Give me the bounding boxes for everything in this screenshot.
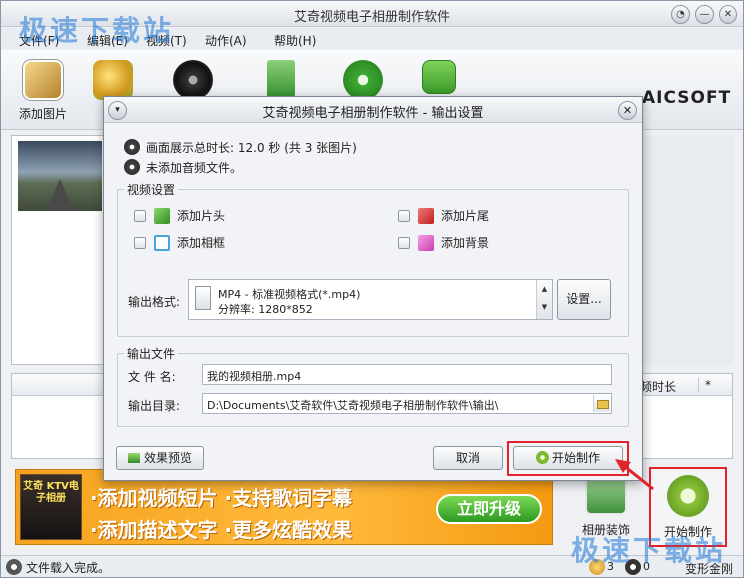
output-file-group: 输出文件 <box>117 345 629 427</box>
format-label: 输出格式: <box>128 295 181 309</box>
output-dir-input[interactable]: D:\Documents\艾奇软件\艾奇视频电子相册制作软件\输出\ <box>202 393 612 414</box>
trash-icon <box>267 60 295 100</box>
dialog-close-button[interactable]: ✕ <box>618 101 637 120</box>
start-button-highlight <box>507 441 629 476</box>
add-intro-option[interactable]: 添加片头 <box>134 207 225 224</box>
status-info-icon <box>6 559 22 575</box>
column-duration[interactable]: 频时长 <box>640 378 676 395</box>
add-outro-checkbox[interactable] <box>398 209 410 222</box>
share-icon <box>422 60 456 94</box>
filename-input[interactable]: 我的视频相册.mp4 <box>202 364 612 385</box>
app-window: 艾奇视频电子相册制作软件 ◔ — ✕ 文件(F) 编辑(E) 视频(T) 动作(… <box>0 0 744 578</box>
status-text: 文件载入完成。 <box>26 561 111 575</box>
menu-action[interactable]: 动作(A) <box>205 32 247 49</box>
cancel-button[interactable]: 取消 <box>433 446 503 470</box>
start-refresh-icon <box>667 475 709 517</box>
add-outro-option[interactable]: 添加片尾 <box>398 207 489 224</box>
red-flag-icon <box>418 207 434 224</box>
dialog-title: 艾奇视频电子相册制作软件 - 输出设置 <box>262 106 484 121</box>
output-file-legend: 输出文件 <box>127 347 176 361</box>
format-name: MP4 - 标准视频格式(*.mp4) <box>218 288 361 301</box>
frame-icon <box>154 234 170 251</box>
duration-info: 画面展示总时长: 12.0 秒 (共 3 张图片) <box>124 139 357 156</box>
column-star[interactable]: * <box>698 378 711 392</box>
add-background-option[interactable]: 添加背景 <box>398 234 489 251</box>
preview-button[interactable]: 效果预览 <box>116 446 204 470</box>
background-icon <box>418 234 434 251</box>
audio-info-text: 未添加音频文件。 <box>146 161 243 175</box>
filename-label: 文 件 名: <box>128 370 176 384</box>
video-settings-legend: 视频设置 <box>127 183 176 197</box>
add-image-icon <box>23 60 63 100</box>
add-background-label: 添加背景 <box>441 236 490 250</box>
images-info-icon <box>124 139 140 155</box>
add-background-checkbox[interactable] <box>398 236 410 249</box>
preview-label: 效果预览 <box>143 451 192 465</box>
duration-text: 画面展示总时长: 12.0 秒 (共 3 张图片) <box>146 141 357 155</box>
watermark-top: 极速下载站 <box>19 14 175 47</box>
format-resolution: 分辨率: 1280*852 <box>218 303 313 316</box>
add-image-button[interactable]: 添加图片 <box>15 60 71 122</box>
browse-folder-icon[interactable] <box>593 395 610 412</box>
add-frame-option[interactable]: 添加相框 <box>134 234 225 251</box>
effects-icon <box>93 60 133 100</box>
minimize-button[interactable]: — <box>695 5 714 24</box>
settings-button[interactable] <box>335 60 391 100</box>
format-dropdown-arrows[interactable]: ▲ ▼ <box>536 280 552 319</box>
upgrade-button[interactable]: 立即升级 <box>436 494 542 524</box>
add-music-button[interactable] <box>165 60 221 100</box>
output-format-select[interactable]: MP4 - 标准视频格式(*.mp4) 分辨率: 1280*852 ▲ ▼ <box>188 279 553 320</box>
format-settings-button[interactable]: 设置... <box>557 279 611 320</box>
menu-help[interactable]: 帮助(H) <box>274 32 316 49</box>
add-image-label: 添加图片 <box>18 107 67 121</box>
output-settings-dialog: ▾ 艾奇视频电子相册制作软件 - 输出设置 ✕ 画面展示总时长: 12.0 秒 … <box>103 96 643 481</box>
add-intro-label: 添加片头 <box>177 209 226 223</box>
output-dir-label: 输出目录: <box>128 399 181 413</box>
effects-button[interactable] <box>85 60 141 100</box>
gear-icon <box>343 60 383 100</box>
ad-product-box: 艾奇 KTV电子相册 <box>20 474 82 540</box>
right-panel <box>629 135 733 365</box>
preview-icon <box>127 453 140 463</box>
watermark-bottom: 极速下载站 <box>571 534 727 567</box>
add-intro-checkbox[interactable] <box>134 209 146 222</box>
share-button[interactable] <box>411 60 467 94</box>
green-flag-icon <box>154 207 170 224</box>
brand-logo: AICSOFT <box>642 88 732 108</box>
window-menu-button[interactable]: ◔ <box>671 5 690 24</box>
dialog-title-bar[interactable]: ▾ 艾奇视频电子相册制作软件 - 输出设置 ✕ <box>104 97 642 123</box>
image-list-panel[interactable] <box>11 135 107 365</box>
output-dir-value: D:\Documents\艾奇软件\艾奇视频电子相册制作软件\输出\ <box>207 399 499 412</box>
ad-line-1: ·添加视频短片 ·支持歌词字幕 <box>90 486 353 510</box>
add-outro-label: 添加片尾 <box>441 209 490 223</box>
ad-line-2: ·添加描述文字 ·更多炫酷效果 <box>90 518 353 542</box>
audio-info: 未添加音频文件。 <box>124 159 242 176</box>
add-frame-checkbox[interactable] <box>134 236 146 249</box>
audio-info-icon <box>124 159 140 175</box>
delete-button[interactable] <box>253 60 309 100</box>
video-file-icon <box>195 286 211 310</box>
add-frame-label: 添加相框 <box>177 236 226 250</box>
add-music-icon <box>173 60 213 100</box>
image-thumbnail[interactable] <box>18 141 102 211</box>
close-button[interactable]: ✕ <box>719 5 737 24</box>
